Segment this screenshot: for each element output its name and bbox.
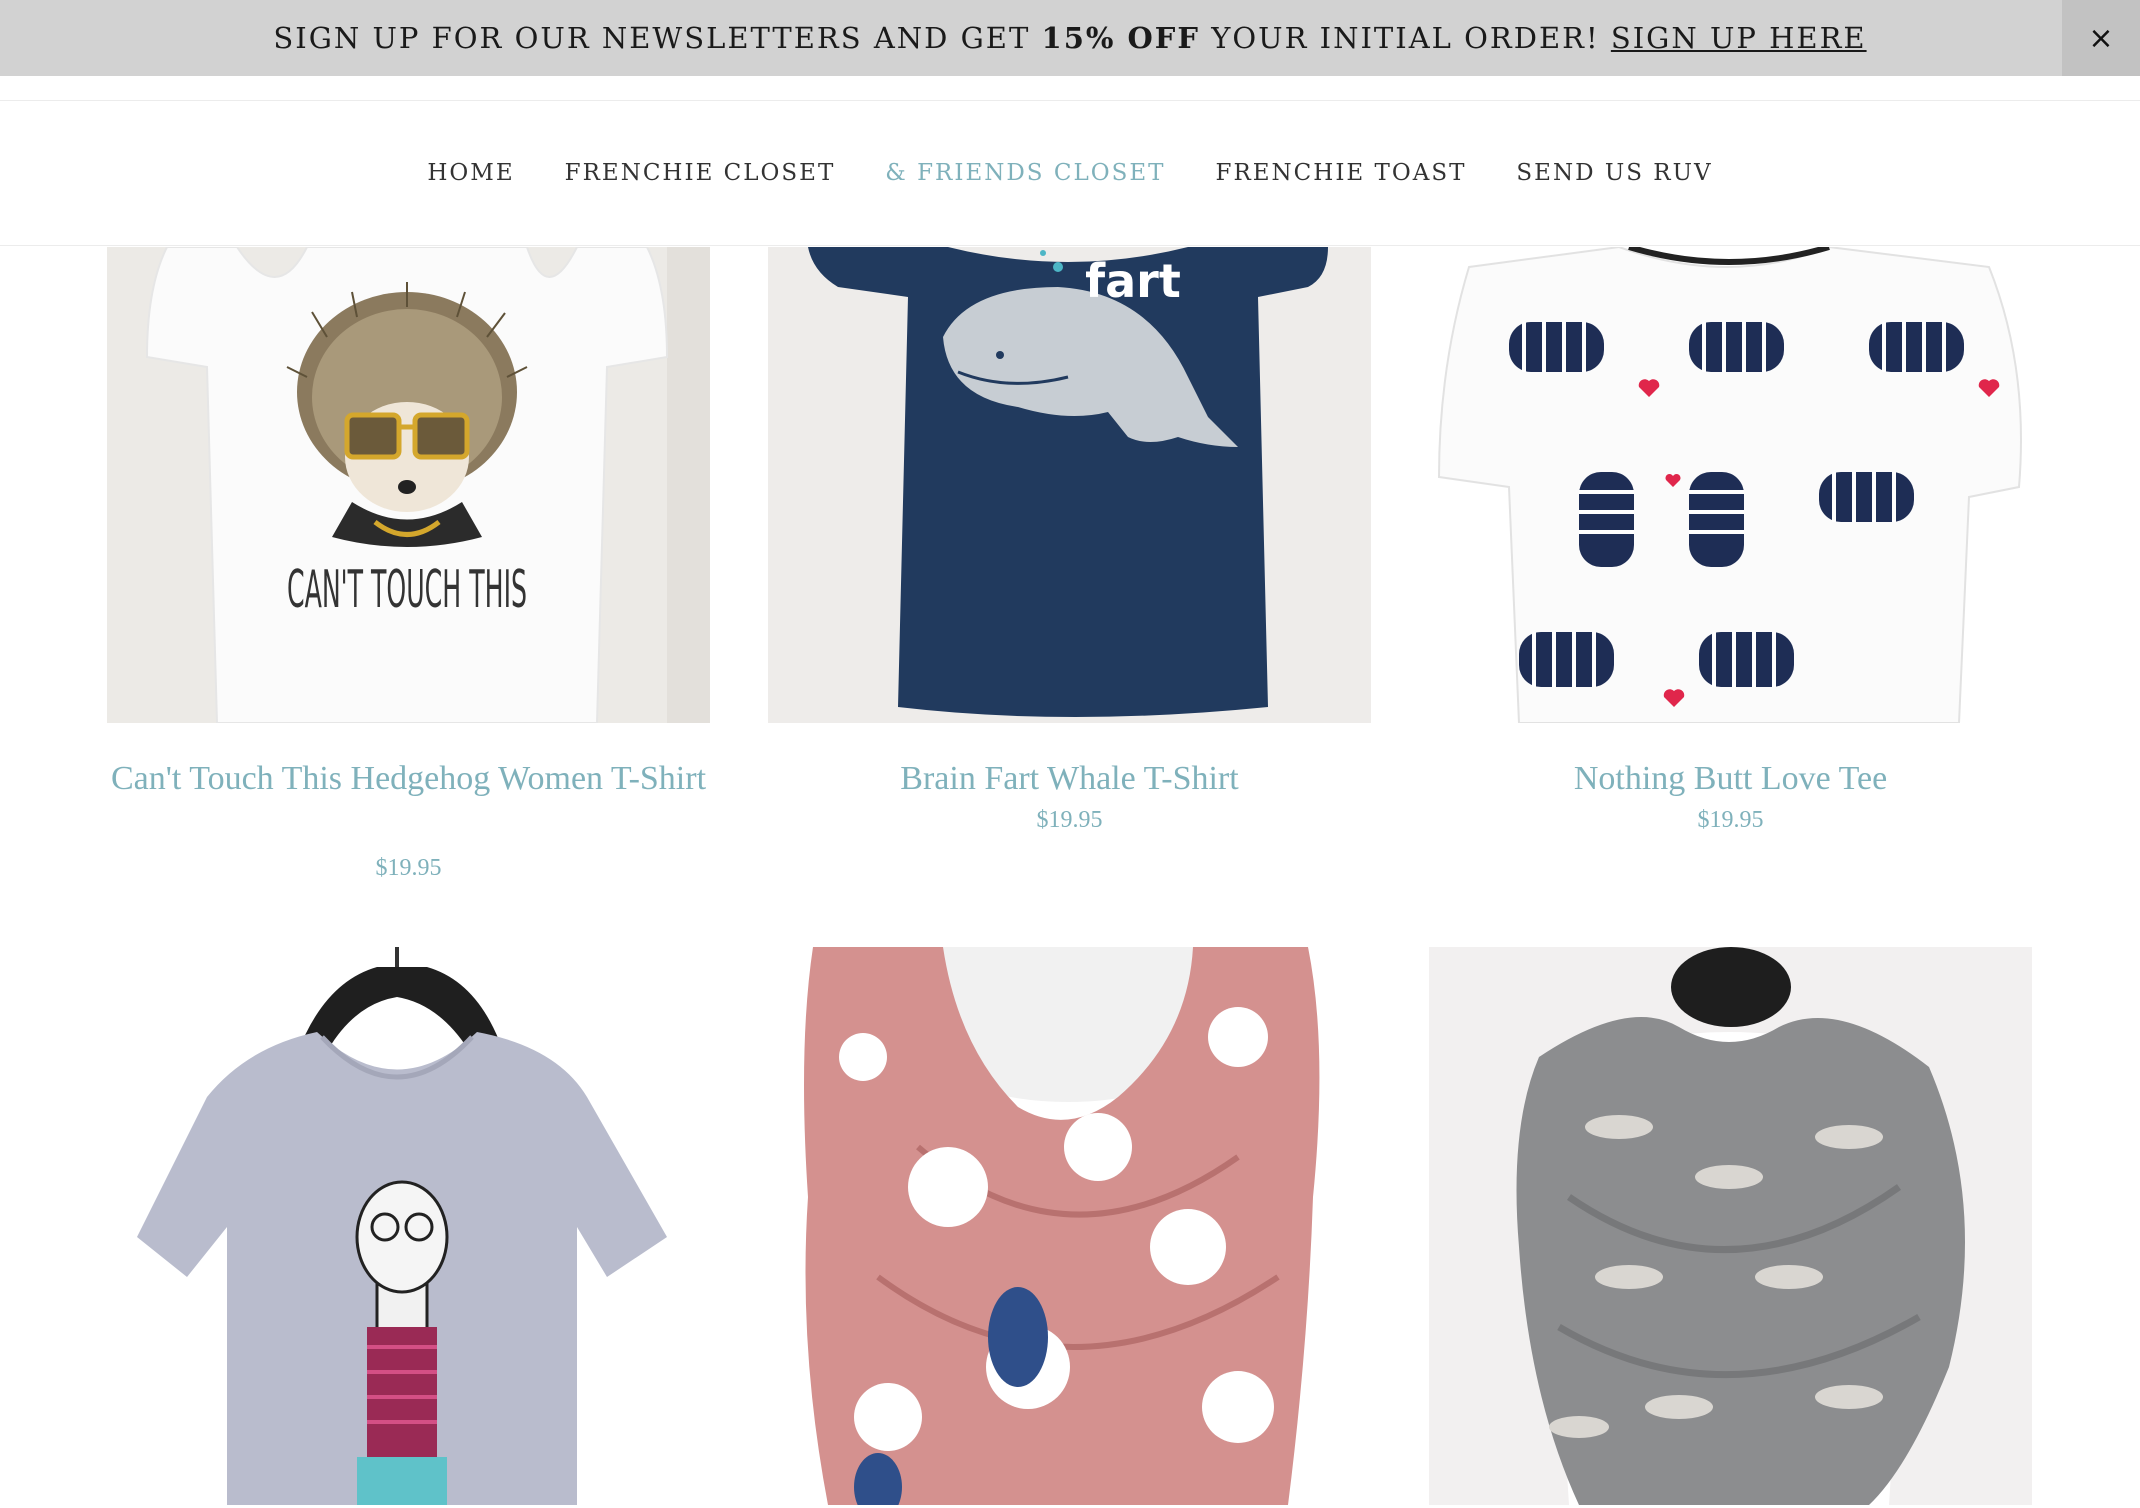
shirt-print-text: CAN'T TOUCH THIS [287, 560, 527, 620]
product-title[interactable]: Can't Touch This Hedgehog Women T-Shirt [107, 755, 710, 803]
product-image-hedgehog-tee[interactable]: CAN'T TOUCH THIS [107, 247, 710, 723]
product-price: $19.95 [1697, 807, 1764, 833]
product-title[interactable]: Brain Fart Whale T-Shirt [768, 755, 1371, 803]
nav-item-home[interactable]: HOME [427, 160, 514, 186]
product-price: $19.95 [1036, 807, 1103, 833]
signup-link[interactable]: SIGN UP HERE [1611, 21, 1867, 55]
nav-item-frenchie-toast[interactable]: FRENCHIE TOAST [1215, 160, 1466, 186]
product-image-whale-tee[interactable]: fart [768, 247, 1371, 723]
product-card[interactable]: fart Brain Fart Whale T-Shirt $19.95 [768, 247, 1371, 847]
main-nav: HOME FRENCHIE CLOSET & FRIENDS CLOSET FR… [0, 101, 2140, 246]
announcement-text: SIGN UP FOR OUR NEWSLETTERS AND GET 15% … [273, 21, 1866, 55]
shirt-print-text: fart [1085, 254, 1181, 308]
product-card[interactable]: CAN'T TOUCH THIS Can't Touch This Hedgeh… [107, 247, 710, 887]
nav-item-send-us-ruv[interactable]: SEND US RUV [1516, 160, 1712, 186]
announcement-prefix: SIGN UP FOR OUR NEWSLETTERS AND GET [273, 21, 1042, 55]
product-image-giraffe-tee[interactable] [107, 947, 710, 1505]
product-price: $19.95 [375, 855, 442, 881]
announcement-suffix: YOUR INITIAL ORDER! [1199, 21, 1611, 55]
product-card[interactable] [768, 947, 1371, 1507]
announcement-discount: 15% OFF [1041, 21, 1200, 55]
nav-item-friends-closet[interactable]: & FRIENDS CLOSET [885, 160, 1165, 186]
close-announcement-button[interactable]: × [2062, 0, 2140, 76]
product-card[interactable]: Nothing Butt Love Tee $19.95 [1429, 247, 2032, 847]
close-icon: × [2088, 20, 2114, 56]
product-card[interactable] [107, 947, 710, 1507]
product-image-hedgehog-scarf[interactable] [768, 947, 1371, 1505]
product-card[interactable] [1429, 947, 2032, 1507]
announcement-bar: SIGN UP FOR OUR NEWSLETTERS AND GET 15% … [0, 0, 2140, 76]
nav-item-frenchie-closet[interactable]: FRENCHIE CLOSET [565, 160, 836, 186]
product-title[interactable]: Nothing Butt Love Tee [1429, 755, 2032, 803]
product-image-dachshund-scarf[interactable] [1429, 947, 2032, 1505]
product-image-zebra-tee[interactable] [1429, 247, 2032, 723]
